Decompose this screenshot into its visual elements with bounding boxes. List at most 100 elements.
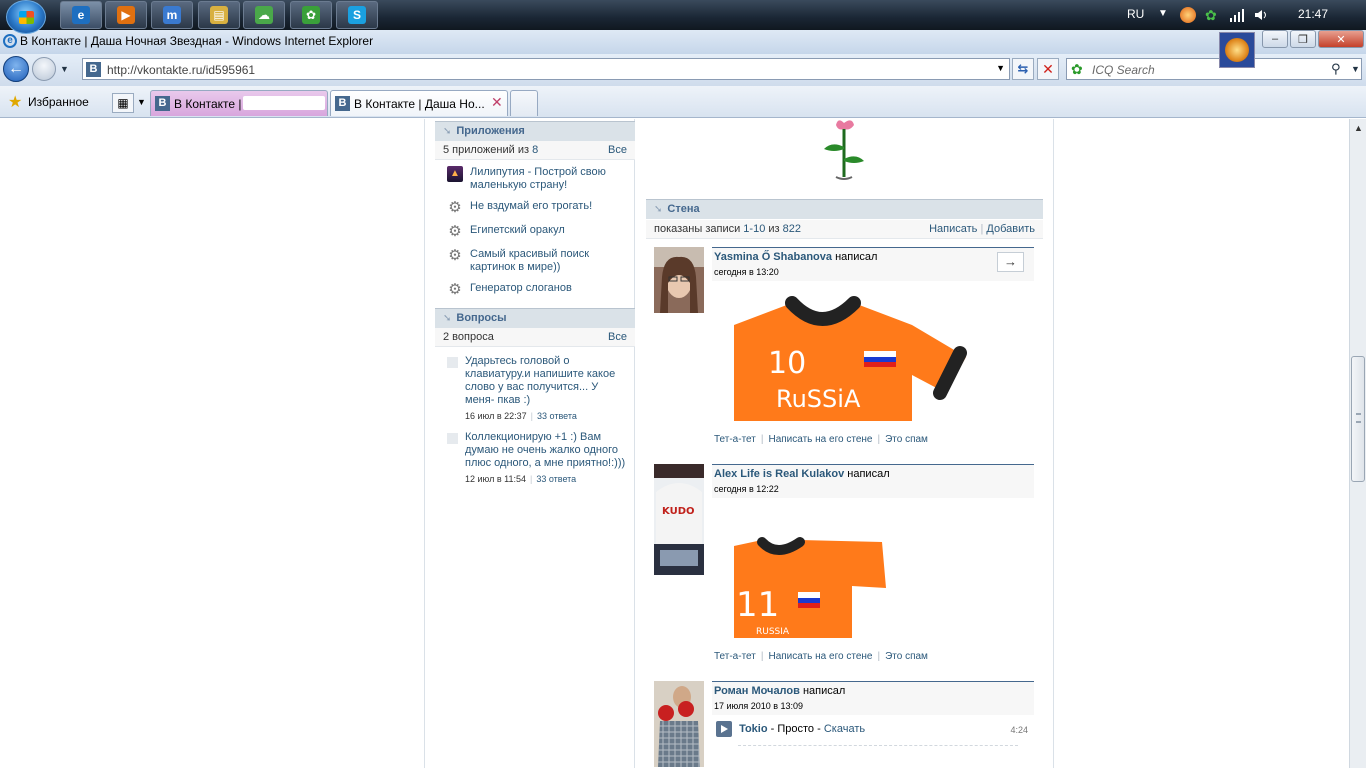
vertical-scrollbar[interactable]: ▲ <box>1349 119 1366 768</box>
post-date: сегодня в 12:22 <box>714 484 779 494</box>
back-button[interactable]: ← <box>3 56 29 82</box>
write-on-wall-link[interactable]: Написать на его стене <box>768 651 872 662</box>
quick-tabs-button[interactable]: ▦ <box>112 93 134 113</box>
search-dropdown-icon[interactable]: ▼ <box>1351 64 1360 74</box>
question-answers-link[interactable]: 33 ответа <box>536 474 576 484</box>
questions-all-link[interactable]: Все <box>608 331 627 346</box>
address-dropdown-icon[interactable]: ▼ <box>996 63 1005 73</box>
maximize-button[interactable]: ❐ <box>1290 30 1316 48</box>
stop-button[interactable]: ✕ <box>1037 58 1059 80</box>
tray-expand-icon[interactable]: ▼ <box>1158 8 1168 19</box>
app-label[interactable]: Египетский оракул <box>470 224 565 240</box>
mail-agent-taskbar-button[interactable]: m <box>151 1 193 29</box>
write-on-wall-link[interactable]: Написать на его стене <box>768 434 872 445</box>
app-label[interactable]: Лилипутия - Построй свою маленькую стран… <box>470 166 627 192</box>
wall-add-link[interactable]: Добавить <box>986 223 1035 235</box>
liliputia-icon: ▲ <box>447 166 463 182</box>
audio-separator: - <box>770 723 775 735</box>
ie-taskbar-button[interactable]: e <box>60 1 102 29</box>
app-item[interactable]: ⚙ Самый красивый поиск картинок в мире)) <box>435 244 635 278</box>
wall-shown-range[interactable]: 1-10 <box>743 223 765 235</box>
app-item[interactable]: ⚙ Генератор слоганов <box>435 278 635 302</box>
app-label[interactable]: Генератор слоганов <box>470 282 572 298</box>
icq-tray-icon[interactable]: ✿ <box>1205 7 1221 23</box>
wall-title-bar[interactable]: ➘ Стена <box>646 199 1043 219</box>
tab-2-active[interactable]: B В Контакте | Даша Но... ✕ <box>330 90 508 116</box>
audio-artist-link[interactable]: Tokio <box>739 723 768 735</box>
refresh-button[interactable]: ⇆ <box>1012 58 1034 80</box>
scroll-thumb[interactable] <box>1351 356 1365 482</box>
scroll-up-arrow-icon[interactable]: ▲ <box>1354 123 1363 133</box>
forward-button[interactable] <box>32 57 56 81</box>
vk-favicon-icon: B <box>155 96 170 111</box>
new-tab-button[interactable] <box>510 90 538 116</box>
skype-taskbar-button[interactable]: S <box>336 1 378 29</box>
apps-header[interactable]: ➘ Приложения <box>435 121 635 141</box>
wall-write-link[interactable]: Написать <box>929 223 977 235</box>
app-item[interactable]: ▲ Лилипутия - Построй свою маленькую стра… <box>435 162 635 196</box>
address-bar[interactable]: B http://vkontakte.ru/id595961 ▼ <box>82 58 1010 80</box>
apps-count-link[interactable]: 8 <box>532 144 538 156</box>
media-player-taskbar-button[interactable]: ▶ <box>105 1 147 29</box>
wall-header[interactable]: ➘ Стена <box>646 199 1043 219</box>
post-author-link[interactable]: Yasmina Ő Shabanova <box>714 251 832 263</box>
page-viewport: ➘ Приложения 5 приложений из 8 Все ▲ Лилип… <box>0 119 1349 768</box>
clock[interactable]: 21:47 <box>1298 7 1328 21</box>
tray-app-icon[interactable] <box>1180 7 1196 23</box>
graffiti-image[interactable]: 11 RUSSIA <box>732 536 892 640</box>
question-answers-link[interactable]: 33 ответа <box>537 411 577 421</box>
avatar[interactable] <box>654 247 704 313</box>
tab-1[interactable]: B В Контакте | <box>150 90 328 116</box>
tete-a-tete-link[interactable]: Тет-а-тет <box>714 651 756 662</box>
favorites-star-icon[interactable]: ★ <box>8 92 22 112</box>
icq-taskbar-button[interactable]: ✿ <box>290 1 332 29</box>
audio-title: Просто <box>777 723 815 735</box>
reply-arrow-button[interactable]: → <box>997 252 1024 272</box>
app-item[interactable]: ⚙ Не вздумай его трогать! <box>435 196 635 220</box>
left-column: ➘ Приложения 5 приложений из 8 Все ▲ Лилип… <box>435 119 635 488</box>
post-header: Alex Life is Real Kulakov написал сегодн… <box>712 464 1034 498</box>
report-spam-link[interactable]: Это спам <box>885 651 928 662</box>
history-dropdown-icon[interactable]: ▼ <box>60 64 69 74</box>
close-tab-icon[interactable]: ✕ <box>491 94 503 111</box>
start-button[interactable] <box>6 0 46 34</box>
play-icon[interactable] <box>716 721 732 737</box>
audio-duration: 4:24 <box>1010 725 1028 735</box>
avatar[interactable]: KUDO <box>654 464 704 575</box>
post-author-link[interactable]: Роман Мочалов <box>714 685 800 697</box>
search-box[interactable]: ✿ ICQ Search ⚲ ▼ <box>1066 58 1362 80</box>
volume-icon[interactable] <box>1253 7 1269 23</box>
app-label[interactable]: Не вздумай его трогать! <box>470 200 592 216</box>
explorer-taskbar-button[interactable]: ▤ <box>198 1 240 29</box>
graffiti-image[interactable]: 10 RuSSiA <box>732 295 977 425</box>
favorites-button[interactable]: Избранное <box>28 95 89 109</box>
questions-header[interactable]: ➘ Вопросы <box>435 308 635 328</box>
language-indicator[interactable]: RU <box>1127 7 1144 21</box>
collapse-arrow-icon: ➘ <box>443 126 452 137</box>
report-spam-link[interactable]: Это спам <box>885 434 928 445</box>
post-date: сегодня в 13:20 <box>714 267 779 277</box>
avatar[interactable] <box>654 681 704 767</box>
post-author-link[interactable]: Alex Life is Real Kulakov <box>714 468 844 480</box>
address-input[interactable]: http://vkontakte.ru/id595961 <box>107 63 255 77</box>
tete-a-tete-link[interactable]: Тет-а-тет <box>714 434 756 445</box>
question-date: 16 июл в 22:37 <box>465 411 527 421</box>
app-item[interactable]: ⚙ Египетский оракул <box>435 220 635 244</box>
question-text-link[interactable]: Ударьтесь головой о клавиатуру.и напишит… <box>465 355 627 407</box>
post-actions: Тет-а-тет | Написать на его стене | Это спам <box>714 434 928 445</box>
network-signal-icon[interactable] <box>1229 7 1245 23</box>
apps-all-link[interactable]: Все <box>608 144 627 159</box>
redacted-area <box>243 96 325 110</box>
network-taskbar-button[interactable]: ☁ <box>243 1 285 29</box>
toolbar-extension-logo-icon[interactable] <box>1219 32 1255 68</box>
tab-list-dropdown-icon[interactable]: ▼ <box>137 97 146 107</box>
search-icon[interactable]: ⚲ <box>1331 61 1341 77</box>
question-text-link[interactable]: Коллекционирую +1 :) Вам думаю не очень … <box>465 431 627 470</box>
minimize-button[interactable]: – <box>1262 30 1288 48</box>
app-label[interactable]: Самый красивый поиск картинок в мире)) <box>470 248 627 274</box>
audio-download-link[interactable]: Скачать <box>824 723 865 735</box>
question-item: Ударьтесь головой о клавиатуру.и напишит… <box>435 349 635 425</box>
wall-shown-total[interactable]: 822 <box>783 223 801 235</box>
close-window-button[interactable]: ✕ <box>1318 30 1364 48</box>
search-input[interactable]: ICQ Search <box>1092 63 1155 77</box>
